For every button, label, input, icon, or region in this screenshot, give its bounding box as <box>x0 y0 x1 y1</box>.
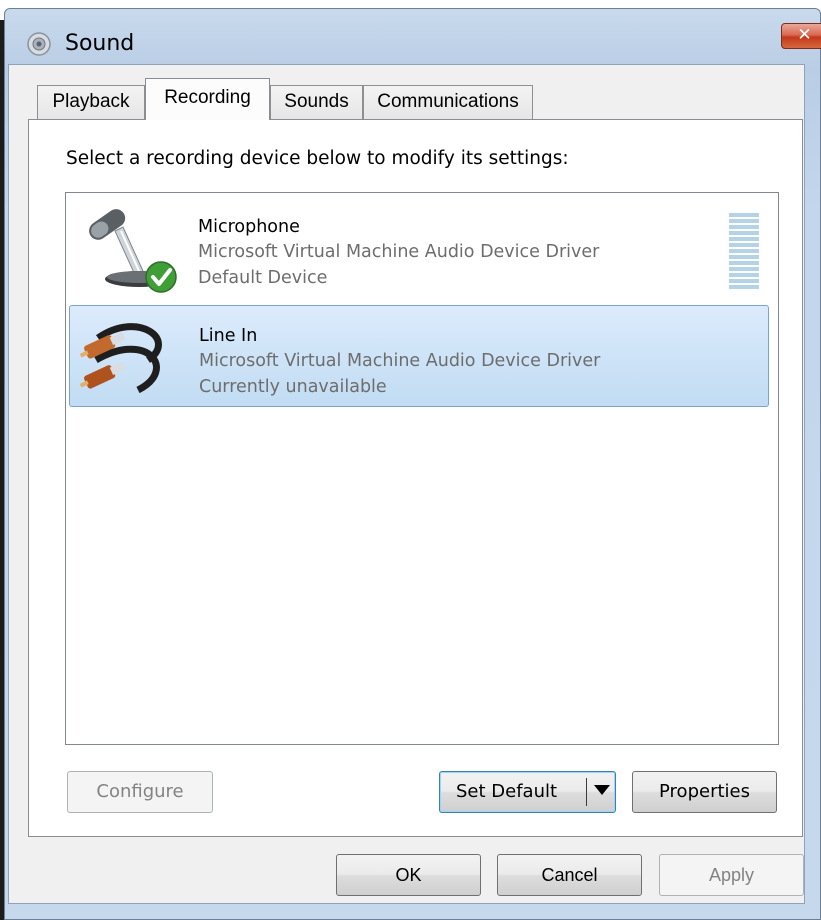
tab-label: Recording <box>164 87 251 108</box>
cancel-label: Cancel <box>541 865 598 885</box>
dropdown-arrow-icon[interactable] <box>594 785 610 795</box>
set-default-split-button[interactable]: Set Default <box>439 771 616 813</box>
title-bar[interactable]: Sound <box>5 9 820 71</box>
instruction-text: Select a recording device below to modif… <box>66 148 569 169</box>
tab-label: Playback <box>52 91 130 112</box>
ok-button[interactable]: OK <box>336 854 481 896</box>
properties-button[interactable]: Properties <box>632 771 777 813</box>
device-status: Currently unavailable <box>199 377 387 397</box>
tab-sounds[interactable]: Sounds <box>270 85 363 119</box>
device-name: Line In <box>199 326 258 346</box>
ok-label: OK <box>395 865 422 885</box>
close-icon: ✕ <box>797 25 812 45</box>
device-name: Microphone <box>198 217 300 237</box>
set-default-label: Set Default <box>456 781 558 802</box>
tab-label: Communications <box>377 91 519 112</box>
recording-device-list[interactable]: Microphone Microsoft Virtual Machine Aud… <box>65 192 779 745</box>
device-item-line-in[interactable]: Line In Microsoft Virtual Machine Audio … <box>69 305 769 407</box>
split-separator <box>586 778 587 806</box>
tab-playback[interactable]: Playback <box>37 85 145 119</box>
device-driver: Microsoft Virtual Machine Audio Device D… <box>198 242 600 262</box>
device-item-microphone[interactable]: Microphone Microsoft Virtual Machine Aud… <box>69 197 769 299</box>
device-driver: Microsoft Virtual Machine Audio Device D… <box>199 351 601 371</box>
apply-label: Apply <box>708 865 755 885</box>
apply-button[interactable]: Apply <box>659 854 804 896</box>
configure-label: Configure <box>96 781 184 802</box>
tab-communications[interactable]: Communications <box>363 85 533 119</box>
close-button[interactable]: ✕ <box>781 23 821 49</box>
configure-button[interactable]: Configure <box>67 771 213 813</box>
tab-label: Sounds <box>284 91 349 112</box>
window-title: Sound <box>65 31 135 56</box>
input-level-meter <box>729 213 759 293</box>
speaker-icon <box>26 31 52 57</box>
properties-label: Properties <box>659 781 750 802</box>
line-in-cable-icon <box>78 310 178 406</box>
tab-recording[interactable]: Recording <box>145 78 270 120</box>
device-status: Default Device <box>198 268 328 288</box>
cancel-button[interactable]: Cancel <box>497 854 642 896</box>
microphone-icon <box>77 201 177 297</box>
